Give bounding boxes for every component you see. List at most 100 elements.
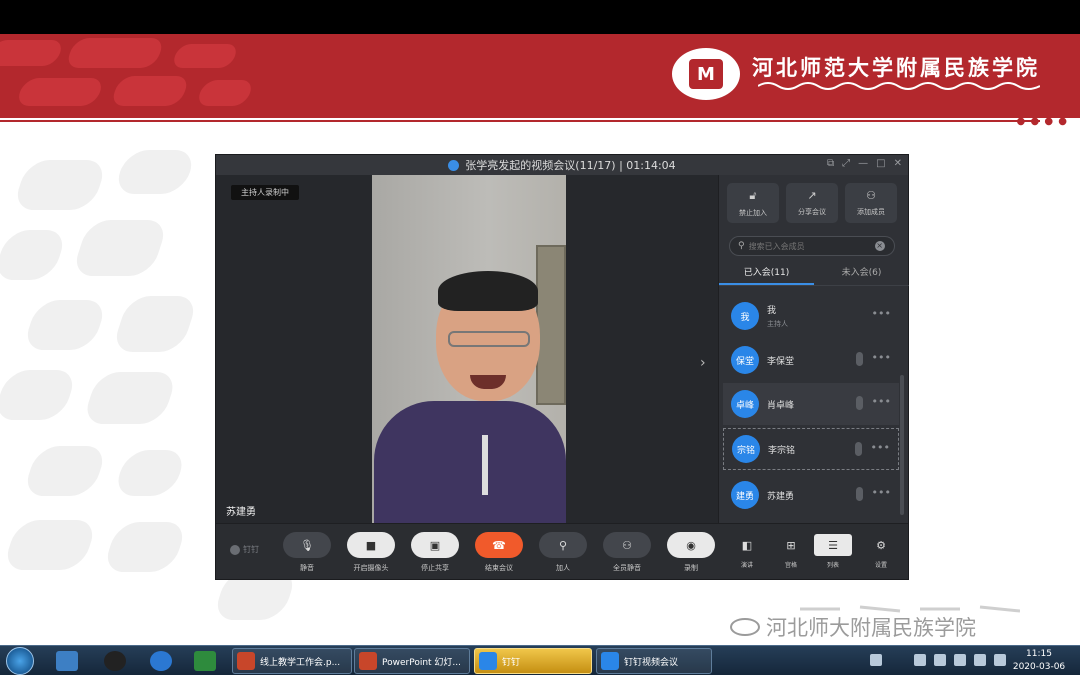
speaker-hair [438,271,538,311]
start-button[interactable] [6,647,34,675]
more-icon[interactable]: ••• [872,307,891,320]
members-panel: 🔓︎ 禁止加入 ↗ 分享会议 ⚇ 添加成员 ⚲ × 已入会(11) 未入会(6)… [718,175,909,523]
member-item[interactable]: 宗铭 李宗铭 ••• [723,428,899,470]
member-search-input[interactable] [748,241,875,251]
ie-icon[interactable] [150,651,172,671]
banner-divider [0,114,1080,118]
stop-share-button[interactable]: ▣ 停止共享 [410,532,460,573]
excel-icon[interactable] [194,651,216,671]
volume-icon[interactable] [974,654,986,666]
mute-all-label: 全员静音 [613,564,641,572]
dingtalk-icon [601,652,619,670]
network-icon[interactable] [954,654,966,666]
meeting-title: 张学亮发起的视频会议(11/17) | 01:14:04 [465,159,676,172]
window-controls: ⧉ ⤢ — □ ✕ [827,158,902,169]
speaker-view-icon: ◧ [741,538,753,552]
avatar: 宗铭 [732,435,760,463]
video-meeting-window: 张学亮发起的视频会议(11/17) | 01:14:04 ⧉ ⤢ — □ ✕ 主… [215,154,909,580]
camera-label: 开启摄像头 [353,564,389,572]
avatar: 我 [731,302,759,330]
maximize-icon[interactable]: □ [876,158,885,169]
member-item[interactable]: 卓峰 肖卓峰 ••• [723,383,899,425]
grid-view-label: 宫格 [784,562,797,569]
watermark: 河北师大附属民族学院 [730,612,976,642]
taskbar-item[interactable]: 钉钉 [474,648,592,674]
add-person-button[interactable]: ⚲ 加人 [538,532,588,573]
mic-icon: 🎙︎ [283,532,331,558]
clock[interactable]: 11:15 2020-03-06 [1004,648,1074,674]
mic-icon [856,487,863,501]
speaker-view-button[interactable]: ◧ 演讲 [728,534,766,570]
list-view-icon: ☰ [814,534,852,556]
avatar: 卓峰 [731,390,759,418]
end-meeting-button[interactable]: ☎︎ 结束会议 [474,532,524,573]
add-person-icon: ⚲ [539,532,587,558]
speaker-view-label: 演讲 [740,562,753,569]
recording-badge: 主持人录制中 [231,185,299,200]
taskbar-item-label: 线上教学工作会.p... [260,657,341,668]
member-name: 肖卓峰 [767,400,795,411]
meeting-shield-icon [448,159,460,171]
fullscreen-icon[interactable]: ⤢ [842,158,850,169]
speaker-body [374,401,566,523]
member-item[interactable]: 我 我 主持人 ••• [723,295,899,337]
speaker-video[interactable] [372,175,566,523]
taskbar-item[interactable]: 钉钉视频会议 [596,648,712,674]
grid-view-button[interactable]: ⊞ 宫格 [772,534,810,570]
wechat-icon [730,618,760,636]
end-meeting-label: 结束会议 [485,564,513,572]
settings-label: 设置 [874,562,887,569]
member-item[interactable]: 保堂 李保堂 ••• [723,339,899,381]
meeting-toolbar: 钉钉 🎙︎ 静音 ■ 开启摄像头 ▣ 停止共享 ☎︎ 结束会议 ⚲ 加人 ⚇ 全… [216,523,908,579]
taskbar-item[interactable]: PowerPoint 幻灯... [354,648,470,674]
member-info: 我 主持人 [759,303,788,329]
camera-button[interactable]: ■ 开启摄像头 [346,532,396,573]
members-scrollbar[interactable] [900,375,904,515]
more-icon[interactable]: ••• [872,486,891,499]
dingtalk-icon [479,652,497,670]
desktop-icon[interactable] [56,651,78,671]
lock-icon: 🔓︎ [749,188,757,202]
member-item[interactable]: 建勇 苏建勇 ••• [723,474,899,516]
more-icon[interactable]: ••• [872,351,891,364]
tab-joined[interactable]: 已入会(11) [719,262,814,285]
minimize-icon[interactable]: — [858,158,868,169]
tray-app-icon[interactable] [914,654,926,666]
list-view-button[interactable]: ☰ 列表 [814,534,852,569]
add-member-button[interactable]: ⚇ 添加成员 [845,183,897,223]
mute-all-icon: ⚇ [603,532,651,558]
add-member-icon: ⚇ [866,189,876,202]
settings-button[interactable]: ⚙︎ 设置 [862,534,900,570]
wall-painting [536,245,566,405]
tibetan-script-graphic [758,82,1040,90]
gear-icon: ⚙︎ [876,538,886,552]
share-icon: ↗ [807,189,817,202]
mute-all-button[interactable]: ⚇ 全员静音 [602,532,652,573]
tab-not-joined[interactable]: 未入会(6) [814,262,909,285]
dingtalk-brand: 钉钉 [230,544,259,555]
keyboard-icon[interactable] [870,654,882,666]
more-icon[interactable]: ••• [872,395,891,408]
share-meeting-button[interactable]: ↗ 分享会议 [786,183,838,223]
camera-off-icon: ■ [347,532,395,558]
more-icon[interactable]: ••• [871,441,890,454]
mute-button[interactable]: 🎙︎ 静音 [282,532,332,573]
lock-meeting-button[interactable]: 🔓︎ 禁止加入 [727,183,779,223]
member-search: ⚲ × [729,236,895,256]
close-icon[interactable]: ✕ [894,158,902,169]
record-button[interactable]: ◉ 录制 [666,532,716,573]
qq-icon[interactable] [104,651,126,671]
security-icon[interactable] [934,654,946,666]
chevron-right-icon[interactable]: › [700,355,706,371]
dingtalk-logo-icon [230,544,240,555]
system-tray [870,654,1006,666]
jacket-zipper [482,435,488,495]
taskbar-item[interactable]: 线上教学工作会.p... [232,648,352,674]
windows-taskbar: 线上教学工作会.p... PowerPoint 幻灯... 钉钉 钉钉视频会议 … [0,645,1080,675]
share-screen-icon: ▣ [411,532,459,558]
popout-icon[interactable]: ⧉ [827,158,834,169]
member-tabs: 已入会(11) 未入会(6) [719,262,909,286]
grid-view-icon: ⊞ [786,538,796,552]
banner-divider-thin [0,120,1040,122]
clear-icon[interactable]: × [874,241,885,251]
